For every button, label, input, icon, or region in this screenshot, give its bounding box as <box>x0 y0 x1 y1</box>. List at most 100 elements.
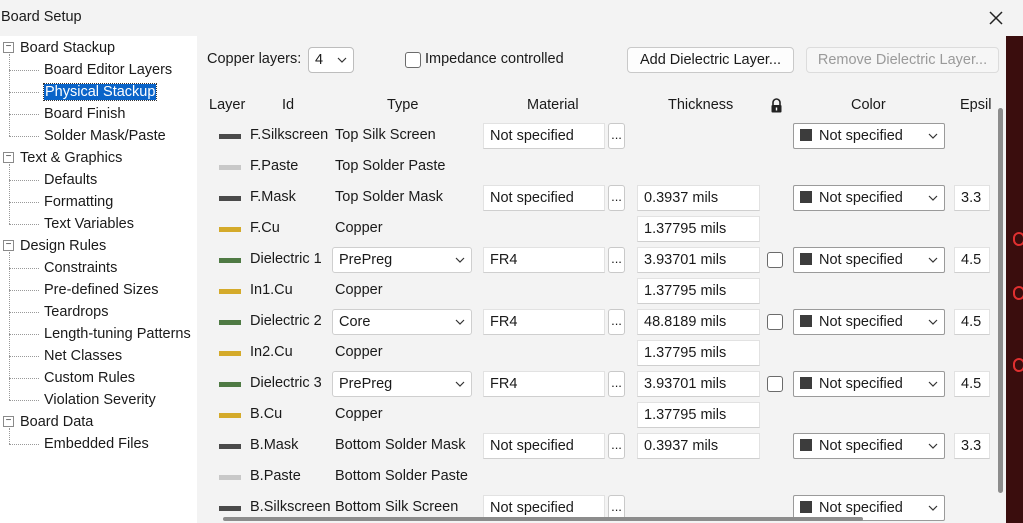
thickness-field[interactable]: 1.37795 mils <box>637 216 760 242</box>
add-dielectric-layer-button[interactable]: Add Dielectric Layer... <box>627 47 794 73</box>
thickness-lock-checkbox[interactable] <box>767 314 783 330</box>
epsilon-field[interactable]: 3.3 <box>954 433 990 459</box>
tree-item[interactable]: Solder Mask/Paste <box>44 125 166 147</box>
tree-item[interactable]: Formatting <box>44 191 113 213</box>
thickness-field[interactable]: 1.37795 mils <box>637 278 760 304</box>
thickness-lock-checkbox[interactable] <box>767 376 783 392</box>
layer-color-select[interactable]: Not specified <box>793 371 945 397</box>
layer-id: B.Mask <box>250 437 299 453</box>
horizontal-scrollbar[interactable] <box>223 517 863 521</box>
layer-type: Top Solder Mask <box>335 189 443 205</box>
background-pad <box>1013 358 1023 372</box>
layer-color-select[interactable]: Not specified <box>793 247 945 273</box>
tree-item-label: Defaults <box>44 172 98 188</box>
chevron-down-icon <box>928 133 938 139</box>
background-pad <box>1013 286 1023 300</box>
layer-color-select[interactable]: Not specified <box>793 185 945 211</box>
layer-color-select[interactable]: Not specified <box>793 309 945 335</box>
layer-type-select[interactable]: Core <box>332 309 472 335</box>
tree-item[interactable]: Defaults <box>44 169 97 191</box>
tree-item[interactable]: Violation Severity <box>44 389 156 411</box>
material-browse-button[interactable]: ... <box>608 433 625 459</box>
tree-item-label: Embedded Files <box>44 436 149 452</box>
collapse-toggle-icon[interactable]: − <box>3 42 14 53</box>
background-pad <box>1013 232 1023 246</box>
tree-group-label: Board Data <box>20 414 94 430</box>
impedance-controlled-checkbox[interactable] <box>405 52 421 68</box>
chevron-down-icon <box>928 319 938 325</box>
material-browse-button[interactable]: ... <box>608 371 625 397</box>
tree-group-label: Design Rules <box>20 238 107 254</box>
color-preview-square <box>800 191 812 203</box>
copper-layers-label: Copper layers: <box>207 51 302 67</box>
material-browse-button[interactable]: ... <box>608 185 625 211</box>
material-browse-button[interactable]: ... <box>608 309 625 335</box>
epsilon-field[interactable]: 4.5 <box>954 309 990 335</box>
material-field[interactable]: Not specified <box>483 185 605 211</box>
material-field[interactable]: FR4 <box>483 309 605 335</box>
tree-item[interactable]: Text Variables <box>44 213 134 235</box>
header-material: Material <box>527 97 579 113</box>
layer-color-value: Not specified <box>819 190 903 206</box>
collapse-toggle-icon[interactable]: − <box>3 152 14 163</box>
tree-item[interactable]: Board Editor Layers <box>44 59 172 81</box>
tree-group[interactable]: Text & Graphics <box>20 147 122 169</box>
epsilon-field[interactable]: 4.5 <box>954 247 990 273</box>
tree-item[interactable]: Embedded Files <box>44 433 149 455</box>
layer-type-select[interactable]: PrePreg <box>332 247 472 273</box>
remove-dielectric-layer-button[interactable]: Remove Dielectric Layer... <box>806 47 999 73</box>
tree-connector <box>9 70 39 71</box>
collapse-toggle-icon[interactable]: − <box>3 240 14 251</box>
chevron-down-icon <box>455 257 465 263</box>
tree-item[interactable]: Constraints <box>44 257 117 279</box>
epsilon-field[interactable]: 3.3 <box>954 185 990 211</box>
tree-item[interactable]: Pre-defined Sizes <box>44 279 158 301</box>
layer-type: Copper <box>335 282 383 298</box>
header-layer: Layer <box>209 97 246 113</box>
thickness-field[interactable]: 1.37795 mils <box>637 402 760 428</box>
thickness-field[interactable]: 48.8189 mils <box>637 309 760 335</box>
material-field[interactable]: FR4 <box>483 247 605 273</box>
layer-color-select[interactable]: Not specified <box>793 123 945 149</box>
thickness-field[interactable]: 3.93701 mils <box>637 247 760 273</box>
tree-item[interactable]: Net Classes <box>44 345 122 367</box>
chevron-down-icon <box>928 443 938 449</box>
tree-connector <box>9 136 39 137</box>
thickness-field[interactable]: 0.3937 mils <box>637 185 760 211</box>
material-field[interactable]: FR4 <box>483 371 605 397</box>
tree-item[interactable]: Board Finish <box>44 103 125 125</box>
layer-id: In2.Cu <box>250 344 293 360</box>
tree-group[interactable]: Board Stackup <box>20 37 115 59</box>
thickness-field[interactable]: 3.93701 mils <box>637 371 760 397</box>
material-field[interactable]: Not specified <box>483 433 605 459</box>
chevron-down-icon <box>337 57 347 63</box>
tree-item[interactable]: Teardrops <box>44 301 108 323</box>
layer-color-select[interactable]: Not specified <box>793 433 945 459</box>
tree-group[interactable]: Board Data <box>20 411 93 433</box>
layer-color-swatch <box>219 165 241 170</box>
material-browse-button[interactable]: ... <box>608 123 625 149</box>
layer-type-select[interactable]: PrePreg <box>332 371 472 397</box>
layer-id: Dielectric 3 <box>250 375 322 391</box>
material-browse-button[interactable]: ... <box>608 247 625 273</box>
material-field[interactable]: Not specified <box>483 123 605 149</box>
tree-item[interactable]: Custom Rules <box>44 367 135 389</box>
tree-connector <box>9 252 10 400</box>
lock-header <box>770 98 783 116</box>
thickness-lock-checkbox[interactable] <box>767 252 783 268</box>
tree-connector <box>9 268 39 269</box>
collapse-toggle-icon[interactable]: − <box>3 416 14 427</box>
color-preview-square <box>800 501 812 513</box>
close-button[interactable] <box>983 5 1009 31</box>
layer-color-value: Not specified <box>819 252 903 268</box>
tree-item[interactable]: Length-tuning Patterns <box>44 323 191 345</box>
copper-layers-select[interactable]: 4 <box>308 47 354 73</box>
epsilon-field[interactable]: 4.5 <box>954 371 990 397</box>
tree-item-label: Solder Mask/Paste <box>44 128 166 144</box>
tree-group[interactable]: Design Rules <box>20 235 106 257</box>
tree-item[interactable]: Physical Stackup <box>42 81 158 103</box>
thickness-field[interactable]: 1.37795 mils <box>637 340 760 366</box>
layer-type: Copper <box>335 220 383 236</box>
vertical-scrollbar[interactable] <box>998 108 1003 493</box>
thickness-field[interactable]: 0.3937 mils <box>637 433 760 459</box>
